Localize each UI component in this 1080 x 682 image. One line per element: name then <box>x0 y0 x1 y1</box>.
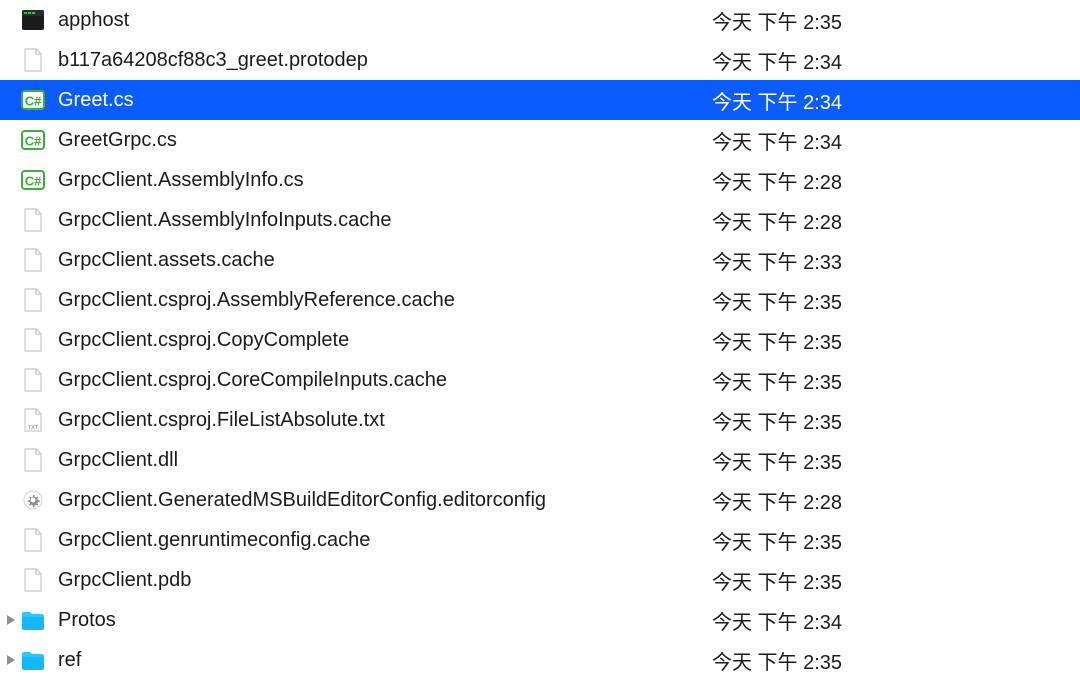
file-row[interactable]: b117a64208cf88c3_greet.protodep 今天 下午 2:3… <box>0 40 1080 80</box>
disclosure-triangle <box>4 533 18 547</box>
file-row[interactable]: apphost 今天 下午 2:35 <box>0 0 1080 40</box>
file-name[interactable]: Greet.cs <box>58 89 692 112</box>
csharp-icon <box>20 127 46 153</box>
file-name[interactable]: GrpcClient.pdb <box>58 569 692 592</box>
file-name[interactable]: GrpcClient.AssemblyInfoInputs.cache <box>58 209 692 232</box>
file-list: apphost 今天 下午 2:35 b117a64208cf88c3_greet.… <box>0 0 1080 680</box>
disclosure-triangle <box>4 333 18 347</box>
file-date: 今天 下午 2:35 <box>712 406 882 435</box>
file-name[interactable]: b117a64208cf88c3_greet.protodep <box>58 49 692 72</box>
file-date: 今天 下午 2:28 <box>712 166 882 195</box>
file-name[interactable]: GrpcClient.AssemblyInfo.cs <box>58 169 692 192</box>
txt-icon <box>20 407 46 433</box>
disclosure-triangle <box>4 93 18 107</box>
file-name[interactable]: GrpcClient.csproj.CopyComplete <box>58 329 692 352</box>
file-date: 今天 下午 2:34 <box>712 606 882 635</box>
file-date: 今天 下午 2:28 <box>712 486 882 515</box>
gear-icon <box>20 487 46 513</box>
disclosure-triangle <box>4 213 18 227</box>
disclosure-triangle <box>4 493 18 507</box>
exec-icon <box>20 7 46 33</box>
file-row[interactable]: Greet.cs 今天 下午 2:34 <box>0 80 1080 120</box>
file-row[interactable]: GrpcClient.genruntimeconfig.cache 今天 下午 2… <box>0 520 1080 560</box>
file-name[interactable]: Protos <box>58 609 692 632</box>
disclosure-triangle <box>4 253 18 267</box>
file-date: 今天 下午 2:35 <box>712 566 882 595</box>
file-row[interactable]: GrpcClient.pdb 今天 下午 2:35 <box>0 560 1080 600</box>
disclosure-triangle <box>4 573 18 587</box>
file-date: 今天 下午 2:34 <box>712 86 882 115</box>
blank-icon <box>20 447 46 473</box>
file-name[interactable]: GrpcClient.assets.cache <box>58 249 692 272</box>
file-row[interactable]: GrpcClient.assets.cache 今天 下午 2:33 <box>0 240 1080 280</box>
file-date: 今天 下午 2:35 <box>712 366 882 395</box>
blank-icon <box>20 567 46 593</box>
csharp-icon <box>20 87 46 113</box>
file-row[interactable]: GrpcClient.AssemblyInfo.cs 今天 下午 2:28 <box>0 160 1080 200</box>
file-date: 今天 下午 2:34 <box>712 46 882 75</box>
file-date: 今天 下午 2:35 <box>712 286 882 315</box>
disclosure-triangle <box>4 413 18 427</box>
folder-icon <box>20 607 46 633</box>
disclosure-triangle <box>4 133 18 147</box>
file-row[interactable]: GrpcClient.AssemblyInfoInputs.cache 今天 下午… <box>0 200 1080 240</box>
csharp-icon <box>20 167 46 193</box>
file-date: 今天 下午 2:33 <box>712 246 882 275</box>
blank-icon <box>20 287 46 313</box>
file-row[interactable]: GreetGrpc.cs 今天 下午 2:34 <box>0 120 1080 160</box>
file-row[interactable]: GrpcClient.csproj.CopyComplete 今天 下午 2:35 <box>0 320 1080 360</box>
file-row[interactable]: ref 今天 下午 2:35 <box>0 640 1080 680</box>
file-date: 今天 下午 2:34 <box>712 126 882 155</box>
chevron-right-icon <box>7 655 15 665</box>
file-row[interactable]: GrpcClient.csproj.AssemblyReference.cach… <box>0 280 1080 320</box>
file-date: 今天 下午 2:28 <box>712 206 882 235</box>
file-date: 今天 下午 2:35 <box>712 646 882 675</box>
file-date: 今天 下午 2:35 <box>712 526 882 555</box>
file-row[interactable]: Protos 今天 下午 2:34 <box>0 600 1080 640</box>
file-row[interactable]: GrpcClient.csproj.CoreCompileInputs.cach… <box>0 360 1080 400</box>
blank-icon <box>20 367 46 393</box>
file-row[interactable]: GrpcClient.dll 今天 下午 2:35 <box>0 440 1080 480</box>
file-row[interactable]: GrpcClient.GeneratedMSBuildEditorConfig.… <box>0 480 1080 520</box>
disclosure-triangle <box>4 53 18 67</box>
file-row[interactable]: GrpcClient.csproj.FileListAbsolute.txt 今天… <box>0 400 1080 440</box>
file-date: 今天 下午 2:35 <box>712 326 882 355</box>
file-name[interactable]: GreetGrpc.cs <box>58 129 692 152</box>
file-name[interactable]: apphost <box>58 9 692 32</box>
file-name[interactable]: GrpcClient.dll <box>58 449 692 472</box>
disclosure-triangle <box>4 373 18 387</box>
disclosure-triangle <box>4 453 18 467</box>
blank-icon <box>20 527 46 553</box>
file-name[interactable]: GrpcClient.csproj.AssemblyReference.cach… <box>58 289 692 312</box>
file-name[interactable]: ref <box>58 649 692 672</box>
file-name[interactable]: GrpcClient.csproj.FileListAbsolute.txt <box>58 409 692 432</box>
disclosure-triangle <box>4 13 18 27</box>
blank-icon <box>20 327 46 353</box>
disclosure-triangle[interactable] <box>4 653 18 667</box>
file-name[interactable]: GrpcClient.genruntimeconfig.cache <box>58 529 692 552</box>
disclosure-triangle <box>4 173 18 187</box>
disclosure-triangle <box>4 293 18 307</box>
file-date: 今天 下午 2:35 <box>712 446 882 475</box>
folder-icon <box>20 647 46 673</box>
file-name[interactable]: GrpcClient.GeneratedMSBuildEditorConfig.… <box>58 489 692 512</box>
blank-icon <box>20 247 46 273</box>
chevron-right-icon <box>7 615 15 625</box>
file-date: 今天 下午 2:35 <box>712 6 882 35</box>
blank-icon <box>20 207 46 233</box>
file-name[interactable]: GrpcClient.csproj.CoreCompileInputs.cach… <box>58 369 692 392</box>
blank-icon <box>20 47 46 73</box>
disclosure-triangle[interactable] <box>4 613 18 627</box>
